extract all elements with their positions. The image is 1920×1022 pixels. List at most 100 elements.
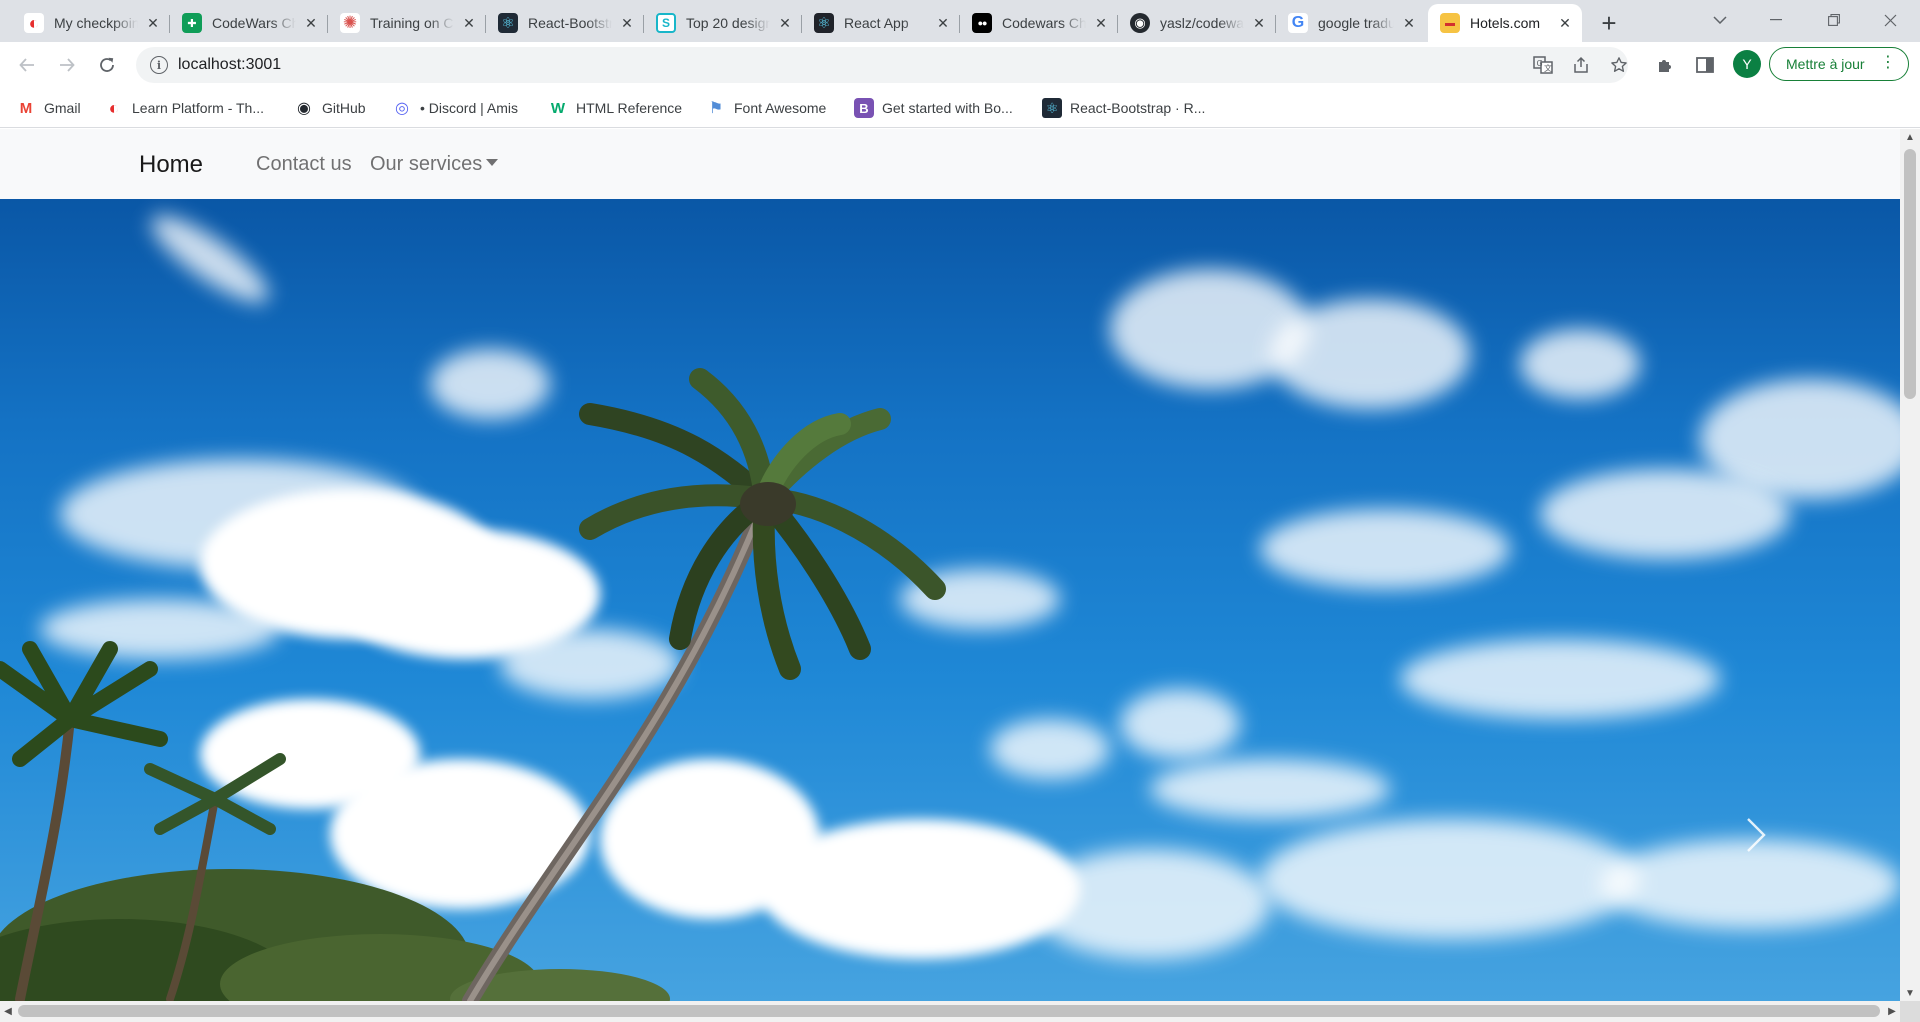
share-icon[interactable] bbox=[1570, 54, 1592, 76]
bookmark-discord[interactable]: ◎ • Discord | Amis bbox=[392, 96, 518, 120]
menu-dots-icon[interactable]: ⋮ bbox=[1880, 55, 1896, 71]
medium-icon: ●● bbox=[972, 13, 992, 33]
google-icon: G bbox=[1288, 13, 1308, 33]
browser-toolbar: i localhost:3001 G文 bbox=[0, 42, 1920, 88]
forward-icon[interactable] bbox=[52, 50, 82, 80]
scroll-right-arrow-icon[interactable]: ▶ bbox=[1884, 1001, 1900, 1022]
chevron-right-icon bbox=[1747, 818, 1766, 852]
scroll-down-arrow-icon[interactable]: ▼ bbox=[1900, 985, 1920, 1001]
browser-tab-active[interactable]: ▬ Hotels.com ✕ bbox=[1428, 4, 1582, 42]
react-bootstrap-icon: ⚛ bbox=[1042, 98, 1062, 118]
bookmark-gmail[interactable]: M Gmail bbox=[16, 96, 81, 120]
translate-icon[interactable]: G文 bbox=[1532, 54, 1554, 76]
bookmark-github[interactable]: ◉ GitHub bbox=[294, 96, 366, 120]
carousel-next-button[interactable] bbox=[1738, 805, 1774, 865]
nav-link-contact-us[interactable]: Contact us bbox=[256, 153, 352, 176]
close-icon[interactable]: ✕ bbox=[1400, 14, 1418, 32]
carousel-slide-image bbox=[0, 199, 1900, 1001]
tab-title: React App bbox=[844, 15, 909, 31]
close-icon[interactable]: ✕ bbox=[776, 14, 794, 32]
nav-dropdown-our-services[interactable]: Our services bbox=[370, 153, 499, 176]
browser-tab-strip: ◐ My checkpoints ✕ ✚ CodeWars Challenges… bbox=[0, 0, 1920, 42]
tab-title: Top 20 design bbox=[686, 15, 770, 31]
close-icon[interactable]: ✕ bbox=[460, 14, 478, 32]
tab-title: Training on Codewars bbox=[370, 15, 454, 31]
github-icon: ◉ bbox=[1130, 13, 1150, 33]
vertical-scrollbar[interactable]: ▲ ▼ bbox=[1900, 129, 1920, 1001]
discord-icon: ◎ bbox=[395, 100, 409, 117]
react-icon: ⚛ bbox=[814, 13, 834, 33]
minimize-icon[interactable] bbox=[1748, 0, 1804, 40]
reload-icon[interactable] bbox=[92, 50, 122, 80]
svg-text:G: G bbox=[1537, 59, 1543, 68]
close-icon[interactable]: ✕ bbox=[144, 14, 162, 32]
s-logo-icon: S bbox=[656, 13, 676, 33]
url-text[interactable]: localhost:3001 bbox=[178, 56, 281, 74]
bookmarks-bar: M Gmail ◐ Learn Platform - Th... ◉ GitHu… bbox=[0, 88, 1920, 128]
browser-tab[interactable]: ⚛ React-Bootstrap ✕ bbox=[486, 4, 644, 42]
close-icon[interactable]: ✕ bbox=[302, 14, 320, 32]
tab-search-chevron-icon[interactable] bbox=[1692, 0, 1748, 40]
bootstrap-icon: B bbox=[854, 98, 874, 118]
tab-title: Hotels.com bbox=[1470, 15, 1541, 31]
hotels-icon: ▬ bbox=[1440, 13, 1460, 33]
bookmark-star-icon[interactable] bbox=[1608, 54, 1630, 76]
close-icon[interactable]: ✕ bbox=[934, 14, 952, 32]
gomycode-icon: ◐ bbox=[108, 97, 120, 118]
page-viewport: Home Contact us Our services bbox=[0, 129, 1900, 1001]
browser-tab[interactable]: ◉ yaslz/codewars ✕ bbox=[1118, 4, 1276, 42]
scrollbar-corner bbox=[1900, 1001, 1920, 1022]
bookmark-learn-platform[interactable]: ◐ Learn Platform - Th... bbox=[104, 96, 264, 120]
horizontal-scroll-thumb[interactable] bbox=[18, 1005, 1880, 1017]
site-info-icon[interactable]: i bbox=[150, 56, 168, 74]
gomycode-icon: ◐ bbox=[24, 13, 44, 33]
close-icon[interactable]: ✕ bbox=[618, 14, 636, 32]
restore-icon[interactable] bbox=[1806, 0, 1862, 40]
palm-trees-illustration bbox=[0, 368, 946, 1001]
extensions-icon[interactable] bbox=[1650, 50, 1680, 80]
bookmark-label: • Discord | Amis bbox=[420, 100, 518, 116]
tab-title: My checkpoints bbox=[54, 15, 138, 31]
browser-tab[interactable]: ⚛ React App ✕ bbox=[802, 4, 960, 42]
bookmark-bootstrap[interactable]: B Get started with Bo... bbox=[854, 96, 1013, 120]
side-panel-icon[interactable] bbox=[1690, 50, 1720, 80]
svg-text:文: 文 bbox=[1544, 63, 1552, 73]
tab-title: google traduction bbox=[1318, 15, 1394, 31]
navbar-brand-home[interactable]: Home bbox=[139, 151, 203, 179]
bookmark-font-awesome[interactable]: ⚑ Font Awesome bbox=[706, 96, 827, 120]
browser-tab[interactable]: ◐ My checkpoints ✕ bbox=[12, 4, 170, 42]
browser-tab[interactable]: ✚ CodeWars Challenges ✕ bbox=[170, 4, 328, 42]
browser-tab[interactable]: G google traduction ✕ bbox=[1276, 4, 1426, 42]
close-icon[interactable]: ✕ bbox=[1250, 14, 1268, 32]
address-bar[interactable]: i localhost:3001 G文 bbox=[136, 47, 1628, 83]
nav-dropdown-label: Our services bbox=[370, 153, 483, 175]
react-bootstrap-icon: ⚛ bbox=[498, 13, 518, 33]
bookmark-label: Gmail bbox=[44, 100, 81, 116]
browser-tab[interactable]: ●● Codewars Challenges ✕ bbox=[960, 4, 1118, 42]
bookmark-react-bootstrap[interactable]: ⚛ React-Bootstrap · R... bbox=[1042, 96, 1205, 120]
close-icon[interactable]: ✕ bbox=[1556, 14, 1574, 32]
tab-title: CodeWars Challenges bbox=[212, 15, 296, 31]
flag-icon: ⚑ bbox=[708, 100, 724, 117]
vertical-scroll-thumb[interactable] bbox=[1904, 149, 1916, 399]
bookmark-label: React-Bootstrap · R... bbox=[1070, 100, 1206, 116]
bookmark-html-reference[interactable]: W HTML Reference bbox=[548, 96, 682, 120]
browser-tab[interactable]: S Top 20 design ✕ bbox=[644, 4, 802, 42]
close-window-icon[interactable] bbox=[1862, 0, 1918, 40]
scroll-up-arrow-icon[interactable]: ▲ bbox=[1900, 129, 1920, 145]
profile-avatar[interactable]: Y bbox=[1733, 50, 1761, 78]
google-sheets-icon: ✚ bbox=[182, 13, 202, 33]
close-icon[interactable]: ✕ bbox=[1092, 14, 1110, 32]
profile-initial: Y bbox=[1742, 56, 1752, 72]
bookmark-label: Get started with Bo... bbox=[882, 100, 1013, 116]
back-icon[interactable] bbox=[12, 50, 42, 80]
horizontal-scrollbar[interactable]: ◀ ▶ bbox=[0, 1001, 1900, 1022]
scroll-left-arrow-icon[interactable]: ◀ bbox=[0, 1001, 16, 1022]
tab-title: Codewars Challenges bbox=[1002, 15, 1086, 31]
new-tab-button[interactable]: + bbox=[1594, 8, 1624, 38]
update-browser-button[interactable]: Mettre à jour ⋮ bbox=[1769, 47, 1909, 81]
openai-icon: ✺ bbox=[340, 13, 360, 33]
browser-tab[interactable]: ✺ Training on Codewars ✕ bbox=[328, 4, 486, 42]
bookmark-label: Learn Platform - Th... bbox=[132, 100, 265, 116]
w3-icon: W bbox=[550, 99, 566, 117]
